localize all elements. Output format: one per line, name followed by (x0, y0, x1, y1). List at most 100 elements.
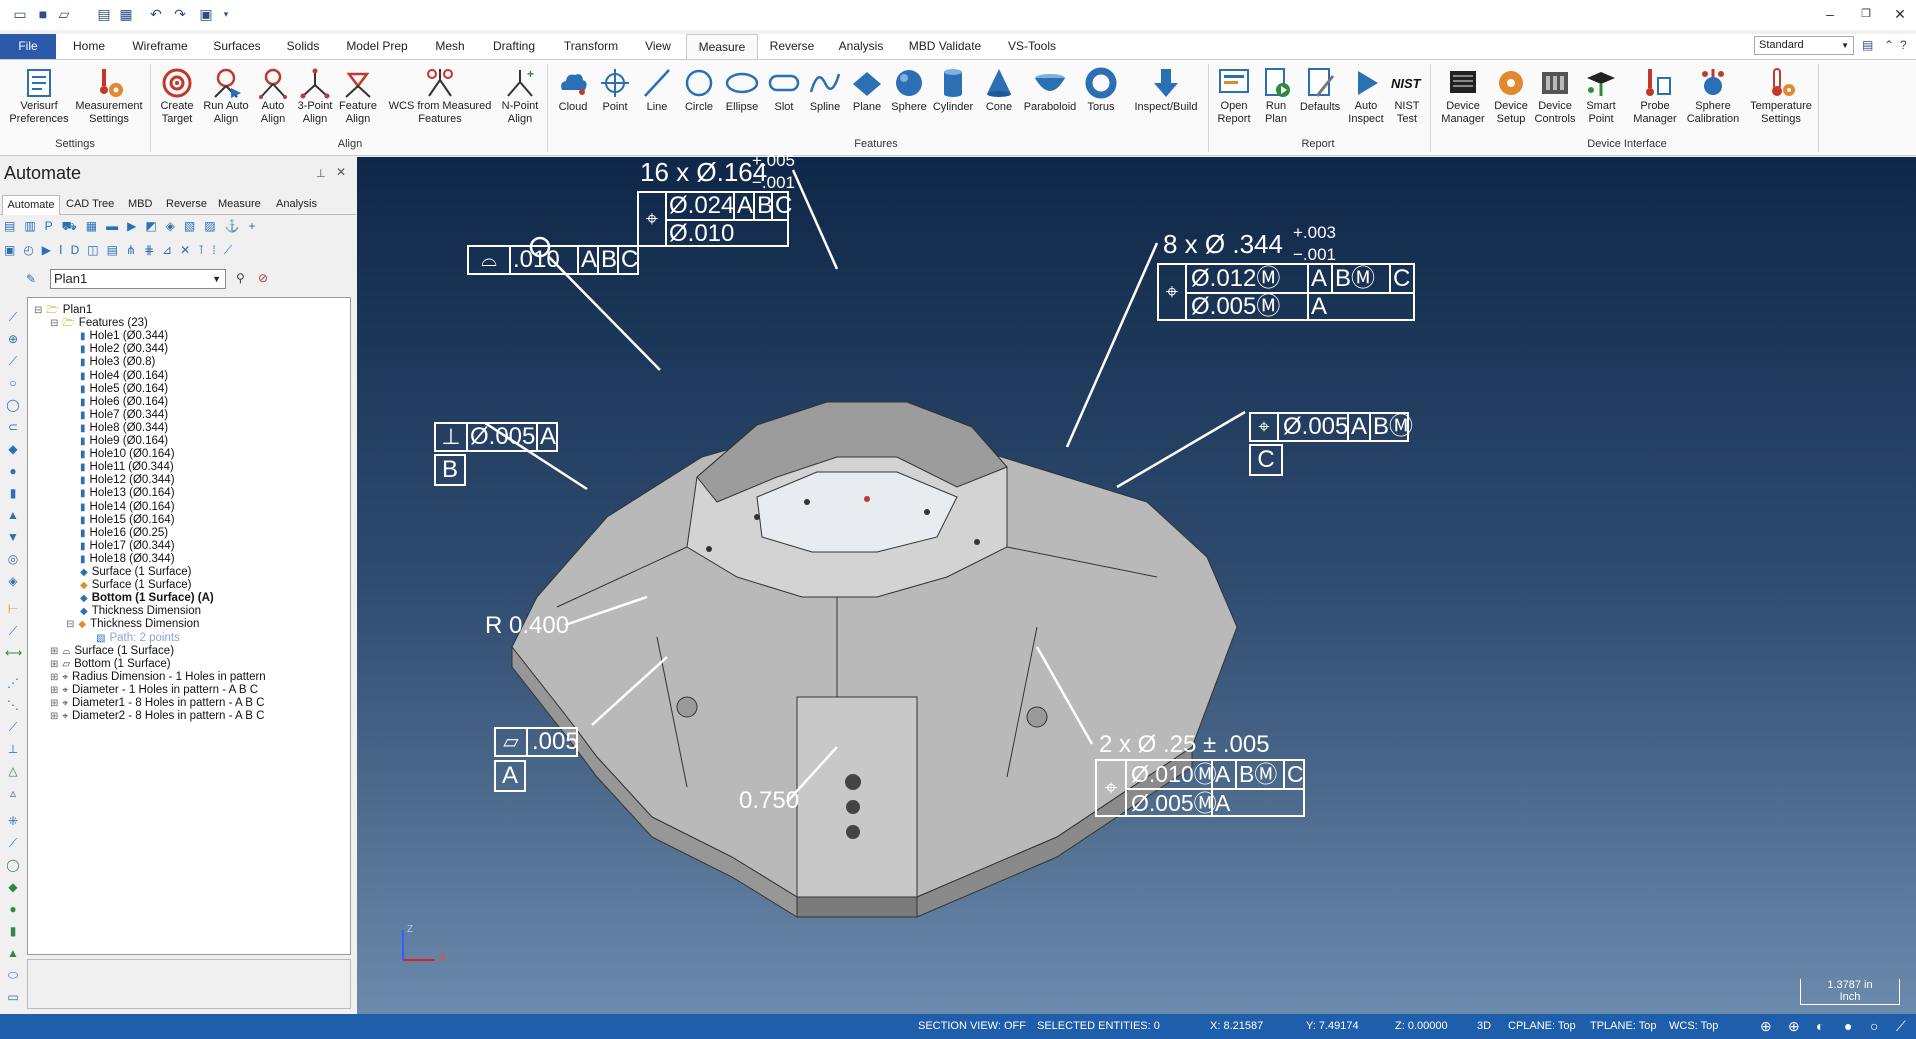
plan-select[interactable]: Plan1 ▼ (50, 269, 226, 289)
tab-transform[interactable]: Transform (556, 34, 626, 59)
style-select[interactable]: Standard ▼ (1754, 36, 1854, 55)
tool-icon[interactable]: ⋱ (5, 698, 21, 712)
paraboloid-button[interactable]: Paraboloid (1020, 66, 1080, 136)
collapse-ribbon-icon[interactable]: ⌃ (1884, 38, 1894, 52)
tool-icon[interactable]: ⊕ (5, 332, 21, 346)
tool-icon[interactable]: ⟷ (5, 646, 22, 660)
tool-icon[interactable]: ◈ (5, 574, 21, 588)
tool-icon[interactable]: ⟋ (5, 310, 21, 324)
feature-align-button[interactable]: Feature Align (336, 66, 380, 136)
link-icon[interactable]: ⊘ (258, 271, 268, 285)
nist-test-button[interactable]: NIST NIST Test (1388, 66, 1426, 136)
torus-button[interactable]: Torus (1080, 66, 1122, 136)
collapse-toggle-icon[interactable]: ⊟ (66, 619, 74, 630)
annotation-radius[interactable]: R 0.400 (485, 612, 569, 640)
annotation-profile[interactable]: ⌓ .010 A B C (467, 245, 639, 275)
datum-a[interactable]: A (494, 760, 526, 792)
tool-icon[interactable]: ◎ (5, 552, 21, 566)
inspect-build-button[interactable]: Inspect/Build (1126, 66, 1206, 136)
annotation-position-c[interactable]: ⌖ Ø.005 A BⓂ (1249, 412, 1413, 442)
line-button[interactable]: Line (636, 66, 678, 136)
undo-icon[interactable]: ↶ (148, 6, 164, 22)
annotation-thickness[interactable]: 0.750 (739, 787, 799, 815)
wire-sphere-icon[interactable]: ○ (1870, 1018, 1878, 1034)
slot-button[interactable]: Slot (764, 66, 804, 136)
tab-vs-tools[interactable]: VS-Tools (1000, 34, 1064, 59)
tab-drafting[interactable]: Drafting (486, 34, 542, 59)
tool-icon[interactable]: ▮ (5, 486, 21, 500)
tab-surfaces[interactable]: Surfaces (206, 34, 268, 59)
redo-icon[interactable]: ↷ (172, 6, 188, 22)
panel-tab-measure[interactable]: Measure (218, 195, 261, 214)
globe-icon[interactable]: ⊕ (1760, 1018, 1772, 1035)
device-manager-button[interactable]: Device Manager (1436, 66, 1490, 136)
measurement-settings-button[interactable]: Measurement Settings (72, 66, 146, 136)
globe-alt-icon[interactable]: ⊕ (1788, 1018, 1800, 1035)
tool-icon[interactable]: ● (5, 902, 21, 916)
panel-tab-mbd[interactable]: MBD (128, 195, 152, 214)
spline-button[interactable]: Spline (804, 66, 846, 136)
verisurf-preferences-button[interactable]: Verisurf Preferences (6, 66, 72, 136)
annotation-hole-pattern-344[interactable]: 8 x Ø .344 +.003 −.001 ⌖ Ø.012Ⓜ A BⓂ C Ø… (1157, 223, 1427, 323)
sphere-calibration-button[interactable]: Sphere Calibration (1682, 66, 1744, 136)
ellipse-button[interactable]: Ellipse (720, 66, 764, 136)
settings-icon[interactable]: ⟋ (1896, 1018, 1906, 1035)
expand-toggle-icon[interactable]: ⊞ (50, 711, 58, 722)
find-icon[interactable]: ⚲ (236, 271, 245, 285)
tab-file[interactable]: File (0, 34, 56, 59)
status-cplane[interactable]: CPLANE: Top (1508, 1020, 1576, 1032)
tab-reverse[interactable]: Reverse (766, 34, 818, 59)
tool-icon[interactable]: ⊢ (5, 602, 21, 616)
status-tplane[interactable]: TPLANE: Top (1590, 1020, 1656, 1032)
panel-tab-cad-tree[interactable]: CAD Tree (66, 195, 114, 214)
annotation-hole-pattern-164[interactable]: 16 x Ø.164 +.005 −.001 ⌖ Ø.024 A B C Ø.0… (637, 151, 857, 249)
shaded-sphere-icon[interactable]: ● (1844, 1018, 1852, 1034)
tool-icon[interactable]: ⊂ (5, 420, 21, 434)
temperature-settings-button[interactable]: Temperature Settings (1746, 66, 1816, 136)
tool-icon[interactable]: ⋰ (5, 676, 21, 690)
plane-button[interactable]: Plane (846, 66, 888, 136)
annotation-hole-pattern-25[interactable]: 2 x Ø .25 ± .005 ⌖ Ø.010Ⓜ A BⓂ C Ø.005Ⓜ … (1095, 729, 1315, 821)
close-window-icon[interactable]: ✕ (1892, 6, 1908, 22)
new-file-icon[interactable]: ▭ (12, 6, 28, 22)
collapse-toggle-icon[interactable]: ⊟ (34, 305, 42, 316)
tab-view[interactable]: View (636, 34, 680, 59)
collapse-toggle-icon[interactable]: ⊟ (50, 318, 58, 329)
defaults-button[interactable]: Defaults (1296, 66, 1344, 136)
render-mode-icon[interactable]: ◐ (1816, 1018, 1824, 1034)
auto-inspect-button[interactable]: Auto Inspect (1344, 66, 1388, 136)
3d-viewport[interactable]: 16 x Ø.164 +.005 −.001 ⌖ Ø.024 A B C Ø.0… (357, 151, 1916, 1014)
tool-icon[interactable]: ⟋ (5, 836, 21, 850)
tab-analysis[interactable]: Analysis (830, 34, 892, 59)
three-point-align-button[interactable]: 3-Point Align (294, 66, 336, 136)
tool-icon[interactable]: ▲ (5, 508, 21, 522)
annotation-perpendicularity[interactable]: ⊥ Ø.005 A (434, 422, 558, 452)
tool-icon[interactable]: ⊥ (5, 742, 21, 756)
tab-model-prep[interactable]: Model Prep (340, 34, 414, 59)
status-wcs[interactable]: WCS: Top (1669, 1020, 1718, 1032)
circle-button[interactable]: Circle (678, 66, 720, 136)
cylinder-button[interactable]: Cylinder (930, 66, 976, 136)
create-target-button[interactable]: Create Target (154, 66, 200, 136)
status-view-mode[interactable]: 3D (1477, 1020, 1491, 1032)
tab-wireframe[interactable]: Wireframe (124, 34, 196, 59)
open-folder-icon[interactable]: ▱ (56, 6, 72, 22)
run-auto-align-button[interactable]: Run Auto Align (200, 66, 252, 136)
panel-tab-automate[interactable]: Automate (2, 195, 60, 215)
tool-icon[interactable]: ⁜ (5, 814, 21, 828)
tool-icon[interactable]: ⬭ (5, 968, 21, 982)
device-setup-button[interactable]: Device Setup (1490, 66, 1532, 136)
device-controls-button[interactable]: Device Controls (1532, 66, 1578, 136)
annotation-flatness[interactable]: ▱ .005 (494, 727, 579, 757)
tab-measure[interactable]: Measure (686, 34, 758, 59)
n-point-align-button[interactable]: + N-Point Align (496, 66, 544, 136)
status-section-view[interactable]: SECTION VIEW: OFF (918, 1020, 1026, 1032)
tab-mbd-validate[interactable]: MBD Validate (902, 34, 988, 59)
tool-icon[interactable]: ◆ (5, 442, 21, 456)
tool-icon[interactable]: ◯ (5, 398, 21, 412)
probe-manager-button[interactable]: Probe Manager (1628, 66, 1682, 136)
customize-qat-icon[interactable]: ▾ (218, 6, 234, 22)
tool-icon[interactable]: ▲ (5, 946, 21, 960)
tab-solids[interactable]: Solids (278, 34, 328, 59)
tool-icon[interactable]: ○ (5, 376, 21, 390)
